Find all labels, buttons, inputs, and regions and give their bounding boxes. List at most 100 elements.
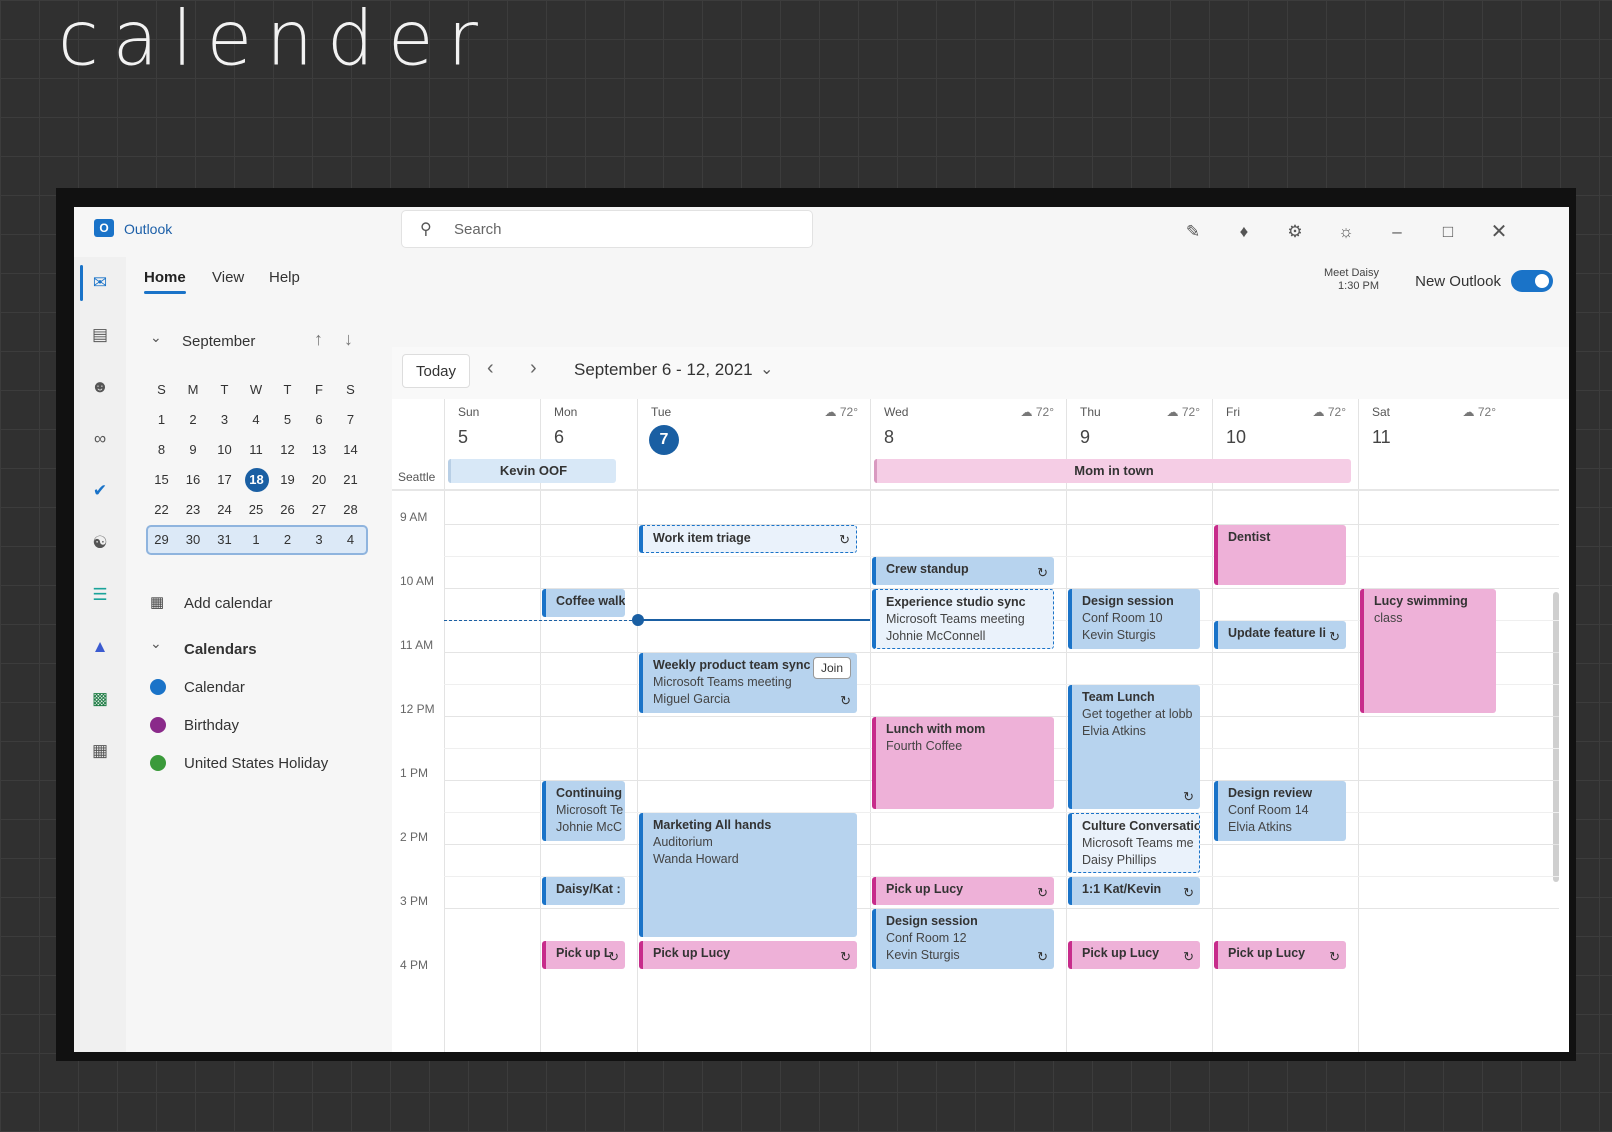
calendar-event[interactable]: Dentist — [1214, 525, 1346, 585]
calendar-event[interactable]: 1:1 Kat/Kevin ↻ — [1068, 877, 1200, 905]
apps-icon[interactable]: ▦ — [86, 737, 114, 765]
new-outlook-toggle[interactable] — [1511, 270, 1553, 292]
mini-day[interactable]: 3 — [209, 405, 240, 435]
mini-today[interactable]: 18 — [244, 468, 269, 492]
people-icon[interactable]: ☻ — [86, 373, 114, 401]
previous-week-icon[interactable]: ‹ — [487, 357, 494, 380]
calendar-event[interactable]: Weekly product team sync Microsoft Teams … — [639, 653, 857, 713]
mini-day[interactable]: 22 — [146, 495, 177, 525]
add-calendar-link[interactable]: Add calendar — [184, 595, 272, 612]
calendar-event[interactable]: Lunch with mom Fourth Coffee — [872, 717, 1054, 809]
mini-day[interactable]: 17 — [209, 465, 240, 495]
day-header[interactable]: Tue 7 ☁ 72° — [637, 399, 870, 457]
mini-day[interactable]: 29 — [146, 525, 177, 555]
mini-day[interactable]: 21 — [335, 465, 366, 495]
calendar-event[interactable]: Design session Conf Room 12 Kevin Sturgis ↻ — [872, 909, 1054, 969]
org-icon[interactable]: ☯ — [86, 529, 114, 557]
tab-help[interactable]: Help — [269, 269, 300, 286]
calendar-item[interactable]: United States Holiday — [144, 753, 384, 777]
calendar-event[interactable]: Marketing All hands Auditorium Wanda Howar… — [639, 813, 857, 937]
maximize-icon[interactable]: □ — [1435, 219, 1461, 245]
attach-icon[interactable]: ∞ — [86, 425, 114, 453]
calendar-event[interactable]: Pick up Lucy ↻ — [872, 877, 1054, 905]
calendar-event[interactable]: Culture Conversatio Microsoft Teams me Dai… — [1068, 813, 1200, 873]
mini-day[interactable]: 1 — [146, 405, 177, 435]
calendar-event[interactable]: Daisy/Kat : — [542, 877, 625, 905]
day-header[interactable]: Fri 10 ☁ 72° — [1212, 399, 1358, 457]
lightbulb-icon[interactable]: ☼ — [1333, 219, 1359, 245]
mini-day[interactable]: 13 — [304, 435, 335, 465]
mini-day[interactable]: 6 — [304, 405, 335, 435]
teams-icon[interactable]: ▲ — [86, 633, 114, 661]
chevron-down-icon[interactable]: ⌄ — [150, 329, 162, 346]
mini-day[interactable]: 16 — [178, 465, 209, 495]
day-header[interactable]: Thu 9 ☁ 72° — [1066, 399, 1212, 457]
mini-day[interactable]: 2 — [178, 405, 209, 435]
mini-day[interactable]: 11 — [241, 435, 272, 465]
mini-day[interactable]: 23 — [178, 495, 209, 525]
arrow-down-icon[interactable]: ↓ — [344, 329, 353, 350]
calendar-event[interactable]: Team Lunch Get together at lobb Elvia Atki… — [1068, 685, 1200, 809]
calendar-event[interactable]: Pick up Lucy ↻ — [639, 941, 857, 969]
mini-day[interactable]: 1 — [241, 525, 272, 555]
calendar-item[interactable]: Calendar — [144, 677, 384, 701]
mini-day[interactable]: 3 — [304, 525, 335, 555]
mini-day[interactable]: 5 — [272, 405, 303, 435]
chevron-down-icon[interactable]: ⌄ — [760, 359, 773, 379]
calendar-event[interactable]: Experience studio sync Microsoft Teams me… — [872, 589, 1054, 649]
mini-day[interactable]: 19 — [272, 465, 303, 495]
close-icon[interactable]: ✕ — [1486, 219, 1512, 245]
calendar-event[interactable]: Design review Conf Room 14 Elvia Atkins — [1214, 781, 1346, 841]
mini-day[interactable]: 25 — [241, 495, 272, 525]
scrollbar[interactable] — [1553, 592, 1559, 882]
calendar-event[interactable]: Pick up Lucy ↻ — [1068, 941, 1200, 969]
mini-day[interactable]: 2 — [272, 525, 303, 555]
calendar-item[interactable]: Birthday — [144, 715, 384, 739]
mini-day[interactable]: 30 — [178, 525, 209, 555]
date-range[interactable]: September 6 - 12, 2021 — [574, 360, 753, 380]
calendar-event[interactable]: Design session Conf Room 10 Kevin Sturgis — [1068, 589, 1200, 649]
bell-icon[interactable]: ♦ — [1231, 219, 1257, 245]
mini-day[interactable]: 7 — [335, 405, 366, 435]
mini-day[interactable]: 20 — [304, 465, 335, 495]
tab-home[interactable]: Home — [144, 269, 186, 294]
mini-day[interactable]: 10 — [209, 435, 240, 465]
join-button[interactable]: Join — [813, 657, 851, 679]
forms-icon[interactable]: ☰ — [86, 581, 114, 609]
day-header[interactable]: Sun 5 — [444, 399, 540, 457]
day-header[interactable]: Wed 8 ☁ 72° — [870, 399, 1066, 457]
notes-icon[interactable]: ✎ — [1180, 219, 1206, 245]
mini-day[interactable]: 14 — [335, 435, 366, 465]
gear-icon[interactable]: ⚙ — [1282, 219, 1308, 245]
next-week-icon[interactable]: › — [530, 357, 537, 380]
calendar-event[interactable]: Crew standup ↻ — [872, 557, 1054, 585]
mini-day[interactable]: 24 — [209, 495, 240, 525]
mini-day[interactable]: 4 — [241, 405, 272, 435]
calendar-event[interactable]: Update feature li ↻ — [1214, 621, 1346, 649]
mini-day[interactable]: 9 — [178, 435, 209, 465]
calendar-event[interactable]: Work item triage ↻ — [639, 525, 857, 553]
todo-icon[interactable]: ✔ — [86, 477, 114, 505]
upcoming-meeting[interactable]: Meet Daisy 1:30 PM — [1324, 267, 1379, 293]
calendar-event[interactable]: Continuing Microsoft Te Johnie McC — [542, 781, 625, 841]
allday-event[interactable]: Mom in town — [874, 459, 1351, 483]
day-header[interactable]: Sat 11 ☁ 72° — [1358, 399, 1508, 457]
mini-day[interactable]: 26 — [272, 495, 303, 525]
calendar-event[interactable]: Pick up L ↻ — [542, 941, 625, 969]
calendar-event[interactable]: Lucy swimming class — [1360, 589, 1496, 713]
calendar-event[interactable]: Pick up Lucy ↻ — [1214, 941, 1346, 969]
arrow-up-icon[interactable]: ↑ — [314, 329, 323, 350]
calendar-icon[interactable]: ▤ — [86, 321, 114, 349]
day-header[interactable]: Mon 6 — [540, 399, 637, 457]
today-button[interactable]: Today — [402, 354, 470, 388]
mini-day[interactable]: 28 — [335, 495, 366, 525]
mail-icon[interactable]: ✉ — [86, 269, 114, 297]
mini-day[interactable]: 4 — [335, 525, 366, 555]
mini-day[interactable]: 8 — [146, 435, 177, 465]
mini-day[interactable]: 31 — [209, 525, 240, 555]
excel-icon[interactable]: ▩ — [86, 685, 114, 713]
calendar-event[interactable]: Coffee walk — [542, 589, 625, 617]
mini-day[interactable]: 27 — [304, 495, 335, 525]
tab-view[interactable]: View — [212, 269, 244, 286]
minimize-icon[interactable]: – — [1384, 219, 1410, 245]
